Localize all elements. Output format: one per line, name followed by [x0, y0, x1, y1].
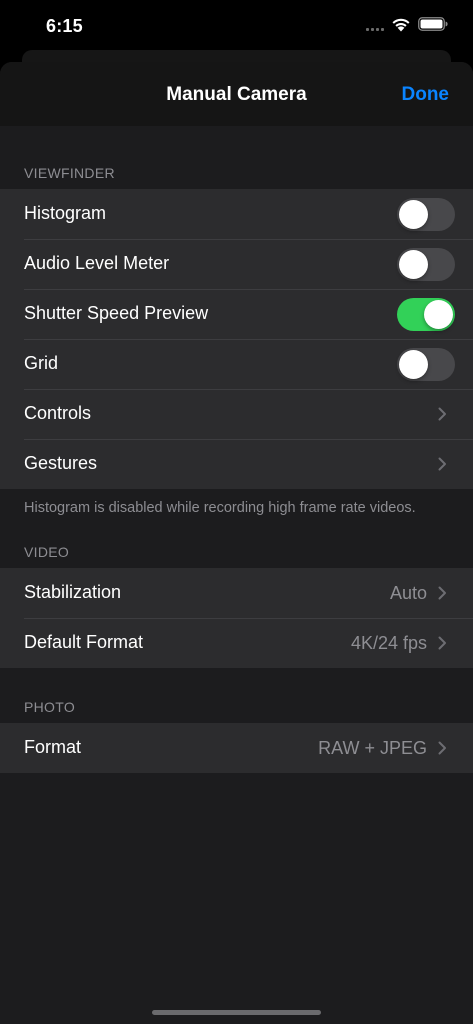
shutter-speed-preview-toggle[interactable]: [397, 298, 455, 331]
row-label: Audio Level Meter: [24, 253, 170, 273]
section-header-video: VIDEO: [24, 544, 70, 560]
row-default-format[interactable]: Default Format 4K/24 fps: [0, 618, 473, 668]
row-gestures[interactable]: Gestures: [0, 439, 473, 489]
settings-sheet: Manual Camera Done VIEWFINDER Histogram …: [0, 62, 473, 1024]
row-label: Controls: [24, 403, 92, 423]
cellular-signal-icon: [366, 28, 384, 32]
row-controls[interactable]: Controls: [0, 389, 473, 439]
default-format-value: 4K/24 fps: [350, 633, 427, 653]
navigation-bar: Manual Camera Done: [0, 62, 473, 126]
section-header-photo: PHOTO: [24, 699, 76, 715]
row-histogram[interactable]: Histogram: [0, 189, 473, 239]
chevron-right-icon: [438, 636, 446, 650]
row-photo-format[interactable]: Format RAW + JPEG: [0, 723, 473, 773]
row-label: Default Format: [24, 632, 144, 652]
screen: 6:15 Manual Camera Done VIEWFINDER Histo…: [0, 0, 473, 1024]
viewfinder-footer-note: Histogram is disabled while recording hi…: [24, 500, 416, 516]
row-audio-level-meter[interactable]: Audio Level Meter: [0, 239, 473, 289]
chevron-right-icon: [438, 407, 446, 421]
done-button[interactable]: Done: [402, 84, 450, 106]
video-group: Stabilization Auto Default Format 4K/24 …: [0, 568, 473, 668]
chevron-right-icon: [438, 586, 446, 600]
row-label: Histogram: [24, 203, 107, 223]
status-time: 6:15: [46, 16, 83, 36]
home-indicator[interactable]: [152, 1010, 321, 1015]
photo-format-value: RAW + JPEG: [318, 738, 427, 758]
section-header-viewfinder: VIEWFINDER: [24, 165, 115, 181]
row-label: Grid: [24, 353, 59, 373]
battery-icon: [418, 17, 448, 31]
row-grid[interactable]: Grid: [0, 339, 473, 389]
chevron-right-icon: [438, 741, 446, 755]
row-label: Shutter Speed Preview: [24, 303, 209, 323]
audio-level-meter-toggle[interactable]: [397, 248, 455, 281]
photo-group: Format RAW + JPEG: [0, 723, 473, 773]
chevron-right-icon: [438, 457, 446, 471]
row-label: Stabilization: [24, 582, 122, 602]
row-stabilization[interactable]: Stabilization Auto: [0, 568, 473, 618]
grid-toggle[interactable]: [397, 348, 455, 381]
row-label: Format: [24, 737, 82, 757]
row-label: Gestures: [24, 453, 98, 473]
viewfinder-group: Histogram Audio Level Meter Shutter Spee…: [0, 189, 473, 489]
wifi-icon: [392, 18, 410, 32]
stabilization-value: Auto: [389, 583, 427, 603]
status-bar: 6:15: [0, 0, 473, 50]
histogram-toggle[interactable]: [397, 198, 455, 231]
row-shutter-speed-preview[interactable]: Shutter Speed Preview: [0, 289, 473, 339]
